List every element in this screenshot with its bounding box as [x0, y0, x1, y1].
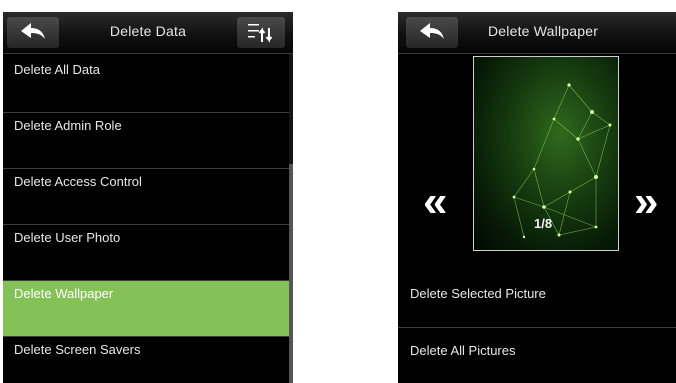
- sort-button[interactable]: [237, 17, 285, 48]
- delete-wallpaper-screen: Delete Wallpaper 1/8 « » Delete Selected…: [398, 12, 676, 383]
- sort-icon: [248, 24, 273, 43]
- menu-item-delete-admin-role[interactable]: Delete Admin Role: [3, 113, 289, 169]
- menu-item-label: Delete Access Control: [14, 174, 142, 189]
- menu-item-label: Delete Screen Savers: [14, 342, 141, 357]
- scrollbar[interactable]: [289, 54, 293, 383]
- menu-item-delete-access-control[interactable]: Delete Access Control: [3, 169, 289, 225]
- menu-item-delete-all-pictures[interactable]: Delete All Pictures: [398, 328, 676, 383]
- menu-item-delete-wallpaper[interactable]: Delete Wallpaper: [3, 281, 289, 337]
- menu-item-label: Delete All Data: [14, 62, 100, 77]
- menu-item-label: Delete User Photo: [14, 230, 121, 245]
- page-title: Delete Wallpaper: [488, 23, 599, 39]
- menu-item-label: Delete Selected Picture: [410, 286, 546, 301]
- menu-item-delete-selected-picture[interactable]: Delete Selected Picture: [398, 264, 676, 328]
- menu-item-label: Delete All Pictures: [410, 343, 516, 358]
- back-arrow-icon: [420, 23, 444, 39]
- menu-item-delete-all-data[interactable]: Delete All Data: [3, 57, 289, 113]
- delete-data-menu: Delete All Data Delete Admin Role Delete…: [3, 57, 289, 383]
- menu-item-label: Delete Admin Role: [14, 118, 122, 133]
- wallpaper-preview[interactable]: 1/8: [473, 56, 619, 251]
- title-bar: Delete Wallpaper: [398, 12, 676, 54]
- left-double-arrow-icon[interactable]: «: [423, 180, 447, 224]
- menu-item-delete-screen-savers[interactable]: Delete Screen Savers: [3, 337, 289, 383]
- back-button[interactable]: [406, 17, 458, 48]
- scrollbar-thumb[interactable]: [289, 164, 293, 383]
- menu-item-delete-user-photo[interactable]: Delete User Photo: [3, 225, 289, 281]
- menu-item-label: Delete Wallpaper: [14, 286, 114, 301]
- title-bar: Delete Data: [3, 12, 293, 54]
- right-double-arrow-icon[interactable]: »: [634, 180, 658, 224]
- delete-data-screen: Delete Data Delete All Data Delete Admin…: [3, 12, 293, 383]
- picture-counter: 1/8: [534, 216, 553, 231]
